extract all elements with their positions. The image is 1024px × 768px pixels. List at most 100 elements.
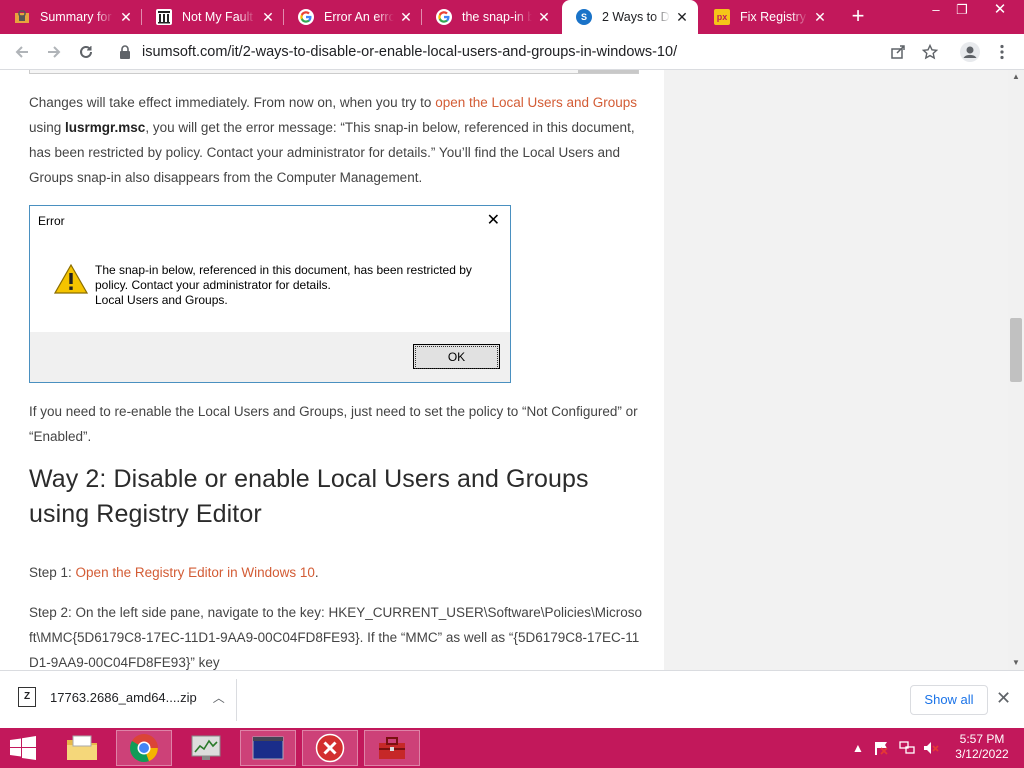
page-scrollbar[interactable]: ▲ ▼ (1008, 70, 1024, 670)
paragraph-text: using (29, 120, 66, 135)
close-icon[interactable]: ✕ (398, 9, 414, 26)
download-filename: 17763.2686_amd64....zip (50, 689, 197, 705)
more-vert-icon (1000, 44, 1004, 60)
step-suffix: . (314, 565, 319, 580)
tab-strip: Summary for ✕ Not My Fault ✕ Error An er… (0, 0, 1024, 34)
clock-time: 5:57 PM (959, 732, 1005, 746)
registry-editor-link[interactable]: Open the Registry Editor in Windows 10 (76, 565, 315, 580)
tab-title: Fix Registry E (740, 10, 808, 24)
google-icon (436, 9, 452, 25)
terminal-icon (252, 736, 284, 760)
dialog-message: The snap-in below, referenced in this do… (95, 263, 495, 308)
taskbar-error-app[interactable] (302, 730, 358, 766)
reload-icon (80, 45, 92, 58)
show-hidden-icons[interactable]: ▲ (852, 728, 864, 768)
close-icon[interactable]: ✕ (118, 9, 134, 26)
start-button[interactable] (8, 736, 38, 760)
ok-label: OK (415, 346, 498, 369)
network-flag-icon[interactable] (874, 728, 890, 768)
tab-title: Summary for (40, 10, 112, 24)
reload-button[interactable] (72, 38, 100, 66)
download-shelf: Z 17763.2686_amd64....zip ︿ Show all ✕ (0, 670, 1024, 728)
tab-title: the snap-in b (462, 10, 532, 24)
bookmark-button[interactable] (916, 38, 944, 66)
step-label: Step 1: (29, 565, 76, 580)
folder-icon (67, 735, 97, 760)
restore-button[interactable]: ❐ (946, 0, 978, 24)
google-icon (298, 9, 314, 25)
windows-logo-icon (10, 736, 36, 760)
taskbar-powershell[interactable] (240, 730, 296, 766)
toolbox-icon (379, 737, 405, 759)
browser-toolbar: isumsoft.com/it/2-ways-to-disable-or-ena… (0, 34, 1024, 70)
share-icon (891, 45, 905, 59)
page-sidebar (664, 70, 1008, 670)
taskbar-chrome[interactable] (116, 730, 172, 766)
paragraph-changes: Changes will take effect immediately. Fr… (29, 90, 644, 190)
arrow-right-icon (48, 46, 61, 58)
back-button[interactable] (8, 38, 36, 66)
menu-button[interactable] (988, 38, 1016, 66)
ok-button: OK (413, 344, 500, 369)
chevron-up-icon[interactable]: ︿ (213, 689, 225, 706)
code-block (29, 70, 639, 74)
taskbar-resource-monitor[interactable] (178, 730, 234, 766)
close-icon[interactable]: ✕ (812, 9, 828, 26)
profile-button[interactable] (956, 38, 984, 66)
error-icon (315, 733, 345, 763)
tab-snap-in[interactable]: the snap-in b ✕ (422, 0, 560, 34)
scroll-up-icon[interactable]: ▲ (1008, 70, 1024, 84)
taskbar-file-explorer[interactable] (54, 730, 110, 766)
tab-summary[interactable]: Summary for ✕ (0, 0, 142, 34)
open-local-users-link[interactable]: open the Local Users and Groups (435, 95, 637, 110)
address-bar[interactable]: isumsoft.com/it/2-ways-to-disable-or-ena… (110, 37, 950, 67)
new-tab-button[interactable]: + (845, 4, 871, 30)
forward-button[interactable] (40, 38, 68, 66)
star-icon (922, 44, 938, 60)
error-dialog-image: Error ✕ The snap-in below, referenced in… (29, 205, 511, 383)
taskbar: ▲ 5:57 PM 3/12/2022 (0, 728, 1024, 768)
dialog-title: Error (38, 214, 65, 228)
clock-date: 3/12/2022 (955, 747, 1009, 761)
command-text: lusrmgr.msc (65, 120, 146, 135)
volume-muted-icon[interactable] (922, 728, 940, 768)
share-button[interactable] (884, 38, 912, 66)
network-icon[interactable] (898, 728, 916, 768)
tab-error[interactable]: Error An error ✕ (284, 0, 422, 34)
system-clock[interactable]: 5:57 PM 3/12/2022 (952, 732, 1012, 762)
taskbar-toolbox[interactable] (364, 730, 420, 766)
download-item[interactable]: Z 17763.2686_amd64....zip ︿ (18, 687, 225, 707)
tab-title: Error An error (324, 10, 394, 24)
monitor-chart-icon (191, 735, 221, 760)
close-icon[interactable]: ✕ (260, 9, 276, 26)
chrome-icon (130, 734, 158, 763)
scrollbar-thumb[interactable] (1010, 318, 1022, 382)
columns-icon (156, 9, 172, 25)
lock-icon (118, 45, 132, 59)
dialog-message-line: Local Users and Groups. (95, 293, 228, 307)
close-icon[interactable]: ✕ (674, 9, 690, 26)
section-heading: Way 2: Disable or enable Local Users and… (29, 465, 589, 528)
url-text: isumsoft.com/it/2-ways-to-disable-or-ena… (142, 44, 678, 60)
avatar-icon (960, 42, 980, 62)
paragraph-reenable: If you need to re-enable the Local Users… (29, 404, 638, 444)
lock-folder-icon (14, 9, 30, 25)
tab-2-ways-active[interactable]: S 2 Ways to Dis ✕ (562, 0, 698, 34)
show-all-button[interactable]: Show all (910, 685, 988, 715)
paragraph-text: Changes will take effect immediately. Fr… (29, 95, 436, 110)
zip-file-icon: Z (18, 687, 36, 707)
close-icon[interactable]: ✕ (536, 9, 552, 26)
warning-icon (53, 263, 89, 297)
tab-title: 2 Ways to Dis (602, 10, 670, 24)
scroll-down-icon[interactable]: ▼ (1008, 656, 1024, 670)
page-viewport: Changes will take effect immediately. Fr… (0, 70, 1008, 670)
tab-title: Not My Fault (182, 10, 253, 24)
code-scrollbar[interactable] (578, 70, 638, 73)
tab-fix-registry[interactable]: px Fix Registry E ✕ (700, 0, 836, 34)
window-close-button[interactable]: ✕ (984, 0, 1016, 24)
close-icon: ✕ (486, 212, 500, 229)
divider (236, 679, 237, 721)
px-icon: px (714, 9, 730, 25)
close-icon[interactable]: ✕ (996, 688, 1011, 709)
tab-not-my-fault[interactable]: Not My Fault ✕ (142, 0, 284, 34)
